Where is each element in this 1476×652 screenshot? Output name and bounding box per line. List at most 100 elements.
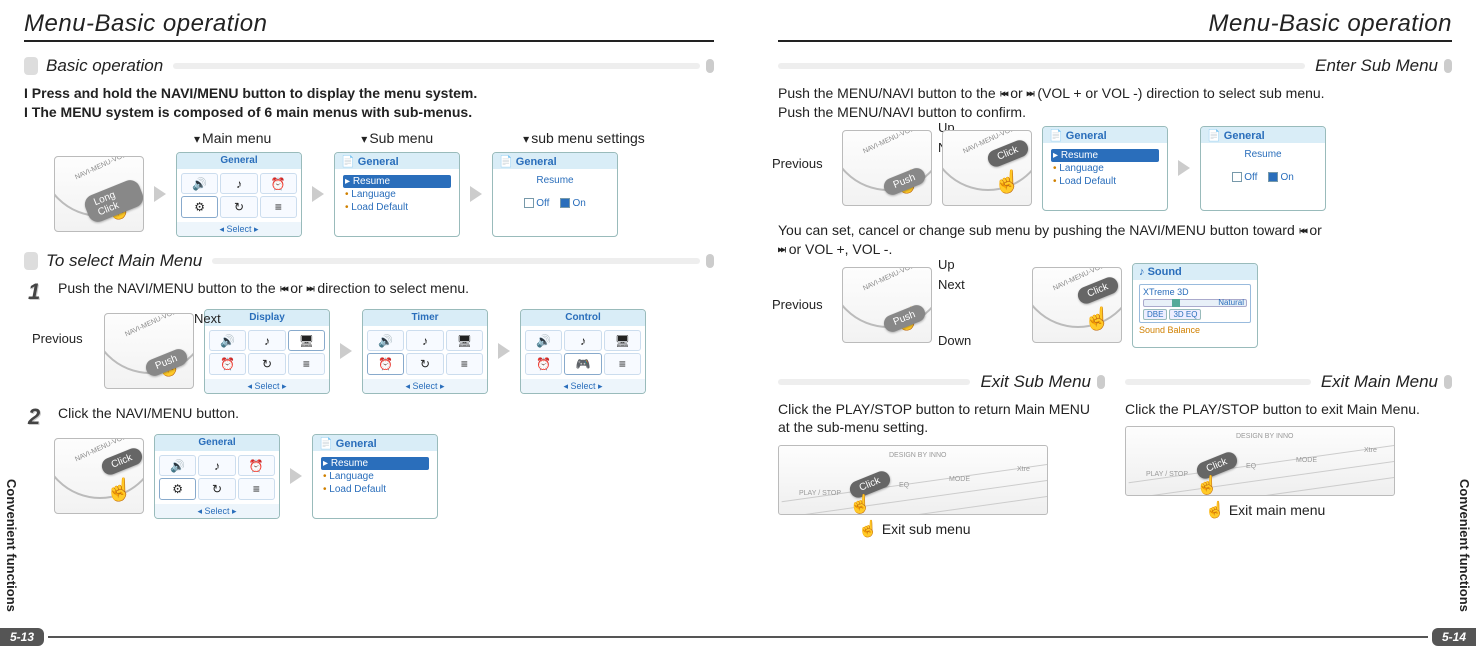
- section-exit-sub: Exit Sub Menu: [778, 372, 1105, 392]
- sound-card-header: ♪ Sound: [1133, 264, 1257, 280]
- t: direction to select menu.: [317, 280, 469, 296]
- forward-icon: ▸▸ı: [778, 244, 785, 255]
- menu-card-footer: ◂ Select ▸: [205, 379, 329, 393]
- figure-row-step2: NAVI-MENU-VOL ☝ Click 🔊 ♪ ⏰ ⚙ ↻ ≡ Genera…: [54, 434, 714, 519]
- menu-cell: ≡: [260, 196, 297, 218]
- arrow-right-icon: [1178, 160, 1190, 176]
- hand-icon: ☝: [849, 494, 871, 515]
- dial-push: NAVI-MENU-VOL ☝ Push: [104, 313, 194, 389]
- t: or: [1309, 222, 1321, 238]
- figure-row-basic: NAVI-MENU-VOL ☝ Long Click 🔊 ♪ ⏰ ⚙ ↻ ≡ G…: [54, 152, 714, 237]
- menu-cell: 🖥: [604, 330, 641, 352]
- enter-text-2: Push the MENU/NAVI button to confirm.: [778, 103, 1452, 122]
- menu-cell: 🖥: [288, 330, 325, 352]
- legend-main-menu: Main menu: [194, 130, 271, 146]
- label-down: Down: [938, 333, 971, 348]
- sub-item-load-default: Load Default: [1051, 175, 1159, 188]
- checkbox-off-icon: [524, 198, 534, 208]
- btn-3deq: 3D EQ: [1169, 309, 1201, 320]
- sub-card-header: 📄 General: [313, 435, 437, 451]
- exit-sub-caption: ☝ Exit sub menu: [858, 519, 1105, 539]
- sound-slider: Natural: [1143, 299, 1247, 307]
- menu-cell: ♪: [248, 330, 285, 352]
- sub-card-header: 📄 General: [1043, 127, 1167, 143]
- menu-cell: ⏰: [209, 353, 246, 375]
- step-number-1: 1: [28, 279, 54, 305]
- rewind-icon: ı◂◂: [1299, 225, 1306, 236]
- dial-push: NAVI-MENU-VOL ☝ Push: [842, 267, 932, 343]
- arrow-right-icon: [340, 343, 352, 359]
- sub-item-resume: Resume: [343, 175, 451, 188]
- sub-item-load-default: Load Default: [321, 483, 429, 496]
- sound-xtreme: XTreme 3D: [1143, 287, 1247, 297]
- checkbox-on-icon: [1268, 172, 1278, 182]
- legend-row: Main menu Sub menu sub menu settings: [194, 130, 714, 146]
- cursor-icon: ☝: [858, 521, 878, 538]
- menu-cell: 🎮: [564, 353, 601, 375]
- t: or: [290, 280, 302, 296]
- t: (VOL + or VOL -) direction to select sub…: [1037, 85, 1324, 101]
- menu-cell: 🔊: [159, 455, 196, 477]
- dial-click: NAVI-MENU-VOL ☝ Click: [54, 438, 144, 514]
- menu-card-label: Timer: [363, 310, 487, 326]
- sound-natural: Natural: [1218, 298, 1244, 307]
- section-label: Exit Sub Menu: [980, 372, 1091, 392]
- menu-cell: ⏰: [367, 353, 404, 375]
- legend-sub-settings: sub menu settings: [523, 130, 645, 146]
- exit-sections: Exit Sub Menu Click the PLAY/STOP button…: [778, 358, 1452, 540]
- section-bullet-icon: [24, 252, 38, 270]
- section-exit-main: Exit Main Menu: [1125, 372, 1452, 392]
- menu-cell: ≡: [238, 478, 275, 500]
- menu-cell: ♪: [220, 173, 257, 195]
- sub-card-header: 📄 General: [1201, 127, 1325, 143]
- label-previous: Previous: [772, 297, 823, 312]
- section-rule: [778, 63, 1305, 69]
- label-previous: Previous: [772, 156, 823, 171]
- sub-item-language: Language: [343, 188, 451, 201]
- sub-menu-card-general-2: 📄 General Resume Language Load Default: [312, 434, 438, 519]
- section-label: Enter Sub Menu: [1315, 56, 1438, 76]
- sub-card-header-text: General: [1066, 130, 1107, 142]
- step-2-row: 2 Click the NAVI/MENU button.: [28, 404, 714, 430]
- sub-menu-card-general: 📄 General Resume Language Load Default: [334, 152, 460, 237]
- main-menu-card-general-2: 🔊 ♪ ⏰ ⚙ ↻ ≡ General ◂ Select ▸: [154, 434, 280, 519]
- section-cap-icon: [1444, 375, 1452, 389]
- section-rule: [778, 379, 970, 385]
- t: You can set, cancel or change sub menu b…: [778, 222, 1295, 238]
- section-bullet-icon: [24, 57, 38, 75]
- sub-card-header: 📄 General: [335, 153, 459, 169]
- strip-eq: EQ: [899, 482, 909, 489]
- page-number-left: 5-13: [0, 628, 44, 646]
- enter-text-3: You can set, cancel or change sub menu b…: [778, 221, 1452, 259]
- opt-off: Off: [536, 198, 549, 209]
- cursor-icon: ☝: [1205, 502, 1225, 519]
- section-cap-icon: [1444, 59, 1452, 73]
- sub-item-language: Language: [1051, 162, 1159, 175]
- exit-main-caption-text: Exit main menu: [1229, 502, 1325, 518]
- sub-card-header-text: General: [358, 156, 399, 168]
- step-2-text: Click the NAVI/MENU button.: [58, 404, 239, 423]
- sub-card-header: 📄 General: [493, 153, 617, 169]
- menu-cell: 🔊: [209, 330, 246, 352]
- exit-sub-caption-text: Exit sub menu: [882, 521, 971, 537]
- section-label: Exit Main Menu: [1321, 372, 1438, 392]
- step-1-row: 1 Push the NAVI/MENU button to the ı◂◂ o…: [28, 279, 714, 305]
- menu-cell: 🔊: [525, 330, 562, 352]
- menu-cell: ⚙: [159, 478, 196, 500]
- menu-card-label: General: [177, 153, 301, 169]
- section-basic-operation: Basic operation: [24, 56, 714, 76]
- arrow-right-icon: [312, 186, 324, 202]
- dial-click: NAVI-MENU-VOL ☝ Click: [942, 130, 1032, 206]
- sub-settings-card-resume: 📄 General Resume Off On: [1200, 126, 1326, 211]
- t: Push the MENU/NAVI button to the: [778, 85, 996, 101]
- page-number-right: 5-14: [1432, 628, 1476, 646]
- label-up: Up: [938, 257, 955, 272]
- section-rule: [173, 63, 700, 69]
- menu-cell: ♪: [564, 330, 601, 352]
- title-row-right: Menu-Basic operation: [778, 10, 1452, 42]
- menu-cell: ♪: [406, 330, 443, 352]
- opt-off: Off: [1244, 172, 1257, 183]
- label-next: Next: [194, 311, 221, 326]
- checkbox-on-icon: [560, 198, 570, 208]
- arrow-right-icon: [290, 468, 302, 484]
